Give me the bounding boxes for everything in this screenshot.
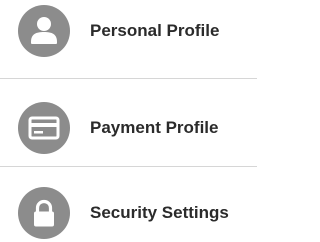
- credit-card-icon: [18, 102, 70, 154]
- menu-item-security-settings[interactable]: Security Settings: [0, 162, 257, 242]
- menu-item-label: Payment Profile: [90, 118, 219, 137]
- menu-item-label: Security Settings: [90, 203, 229, 222]
- menu-item-payment-profile[interactable]: Payment Profile: [0, 81, 257, 161]
- divider: [0, 78, 257, 79]
- profile-settings-menu: Personal Profile Payment Profile Securit…: [0, 0, 257, 241]
- user-icon: [18, 5, 70, 57]
- menu-item-personal-profile[interactable]: Personal Profile: [0, 0, 257, 80]
- lock-icon: [18, 187, 70, 239]
- menu-item-label: Personal Profile: [90, 21, 220, 40]
